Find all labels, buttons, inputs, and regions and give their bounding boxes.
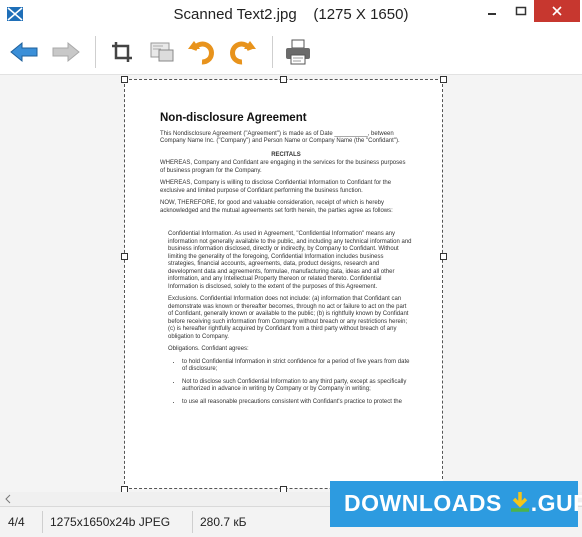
recitals-heading: RECITALS bbox=[271, 151, 301, 158]
toolbar-divider bbox=[95, 36, 96, 68]
toolbar bbox=[0, 30, 582, 74]
now-therefore: NOW, THEREFORE, for good and valuable co… bbox=[160, 200, 393, 214]
maximize-icon bbox=[515, 6, 527, 16]
image-info: 1275x1650x24b JPEG bbox=[50, 515, 171, 529]
list-item: to use all reasonable precautions consis… bbox=[182, 399, 412, 407]
print-icon bbox=[286, 39, 310, 65]
document-intro: This Nondisclosure Agreement ("Agreement… bbox=[160, 130, 400, 145]
confidential-information: Confidential Information. As used in Agr… bbox=[168, 231, 412, 290]
selection-handle-right[interactable] bbox=[440, 253, 447, 260]
rotate-left-icon bbox=[188, 41, 214, 65]
list-item: to hold Confidential Information in stri… bbox=[182, 359, 412, 374]
close-button[interactable] bbox=[534, 0, 580, 22]
exclusions: Exclusions. Confidential Information doe… bbox=[168, 296, 409, 340]
watermark-text: DOWNLOADS .GURU bbox=[344, 490, 582, 516]
scroll-left-icon[interactable] bbox=[3, 492, 13, 506]
close-icon bbox=[552, 6, 562, 16]
resize-icon bbox=[150, 42, 174, 62]
download-icon bbox=[510, 492, 529, 512]
selection-handle-top[interactable] bbox=[280, 76, 287, 83]
rotate-right-icon bbox=[230, 41, 256, 65]
print-button[interactable] bbox=[282, 36, 314, 68]
selection-handle-left[interactable] bbox=[121, 253, 128, 260]
back-arrow-icon bbox=[10, 41, 38, 63]
page-indicator: 4/4 bbox=[8, 515, 25, 529]
resize-button[interactable] bbox=[146, 36, 178, 68]
status-divider bbox=[42, 511, 43, 533]
obligations: Obligations. Confidant agrees: bbox=[168, 346, 249, 352]
whereas-2: WHEREAS, Company is willing to disclose … bbox=[160, 180, 392, 194]
file-size: 280.7 кБ bbox=[200, 515, 247, 529]
selection-handle-top-right[interactable] bbox=[440, 76, 447, 83]
minimize-button[interactable] bbox=[478, 0, 506, 22]
forward-arrow-icon bbox=[52, 41, 80, 63]
status-divider bbox=[192, 511, 193, 533]
obligations-list: to hold Confidential Information in stri… bbox=[168, 359, 412, 407]
toolbar-divider bbox=[272, 36, 273, 68]
rotate-right-button[interactable] bbox=[226, 36, 258, 68]
back-button[interactable] bbox=[8, 36, 40, 68]
list-item: Not to disclose such Confidential Inform… bbox=[182, 379, 412, 394]
document-content: Non-disclosure Agreement This Nondisclos… bbox=[160, 112, 412, 411]
whereas-1: WHEREAS, Company and Confidant are engag… bbox=[160, 160, 406, 174]
minimize-icon bbox=[488, 13, 496, 15]
downloads-guru-watermark: DOWNLOADS .GURU bbox=[330, 481, 582, 527]
rotate-left-button[interactable] bbox=[186, 36, 218, 68]
document-title: Non-disclosure Agreement bbox=[160, 112, 307, 124]
selection-handle-top-left[interactable] bbox=[121, 76, 128, 83]
crop-icon bbox=[112, 42, 132, 62]
maximize-button[interactable] bbox=[507, 0, 535, 22]
crop-button[interactable] bbox=[106, 36, 138, 68]
title-bar: Scanned Text2.jpg (1275 X 1650) bbox=[0, 0, 582, 30]
forward-button[interactable] bbox=[50, 36, 82, 68]
